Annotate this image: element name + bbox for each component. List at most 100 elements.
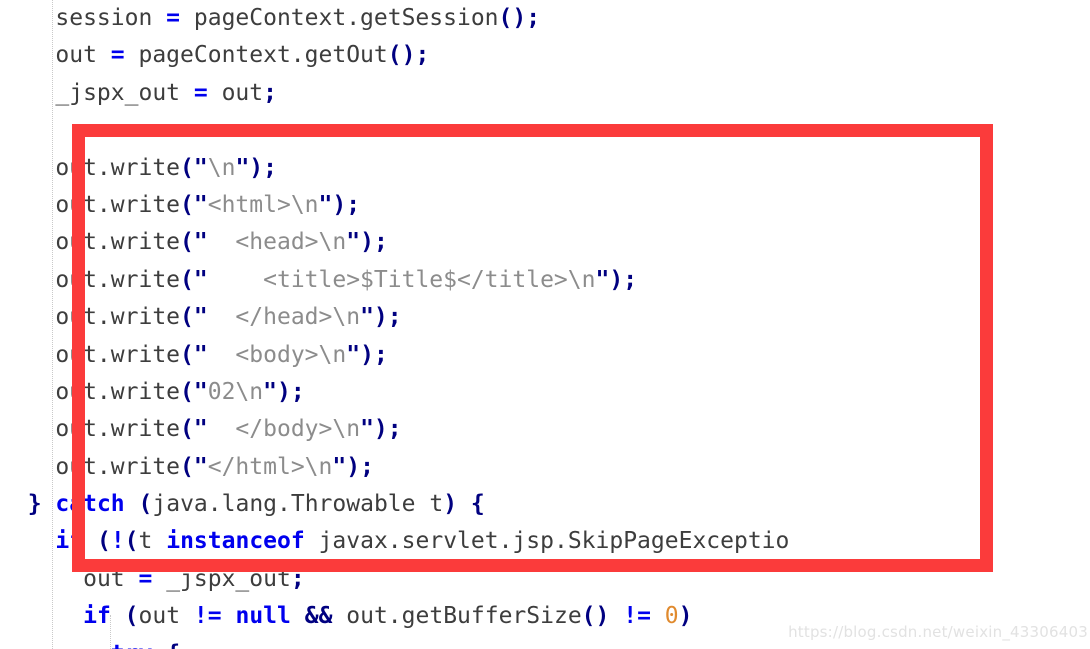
code-token: " (193, 378, 208, 405)
code-token: ; (387, 416, 402, 443)
code-token: catch (55, 491, 125, 518)
code-token: </html>\n (207, 453, 333, 480)
code-token: ( (180, 304, 194, 331)
code-token: ( (180, 341, 194, 368)
code-token: ( (180, 416, 194, 443)
code-line[interactable]: if (!(t instanceof javax.servlet.jsp.Ski… (0, 523, 1090, 560)
code-token: out.write (55, 191, 181, 218)
source-code-view[interactable]: session = pageContext.getSession(); out … (0, 0, 1090, 649)
code-token: session (55, 5, 167, 31)
code-token: pageContext.getOut (124, 42, 388, 69)
code-token: out.write (55, 304, 181, 331)
code-token: out (207, 79, 264, 106)
code-token: out.write (55, 453, 181, 480)
code-token: 02\n (207, 378, 264, 405)
code-token: ( (180, 266, 194, 293)
code-token: " (595, 266, 610, 293)
code-token: 0 (664, 603, 679, 630)
code-token: " (193, 191, 208, 218)
code-token: && (304, 603, 333, 630)
code-token: <head>\n (207, 229, 347, 256)
code-token: ) (360, 341, 374, 368)
code-token: ; (290, 378, 305, 405)
code-token: java.lang.Throwable t (152, 491, 444, 518)
code-token: " (360, 416, 374, 443)
code-token: = (138, 565, 153, 592)
code-token: " (360, 304, 374, 331)
code-line[interactable]: out = pageContext.getOut(); (0, 37, 1090, 74)
code-token: != (623, 603, 651, 630)
watermark-text: https://blog.csdn.net/weixin_43306403 (788, 623, 1088, 641)
code-token: out (138, 603, 194, 630)
code-token: ; (263, 79, 277, 106)
code-token: out.write (55, 416, 181, 443)
code-token: null (235, 603, 291, 630)
code-token: </body>\n (207, 416, 361, 443)
code-line[interactable]: out.write(" </head>\n"); (0, 299, 1090, 336)
code-token: out.write (55, 154, 181, 181)
code-token: out.write (55, 378, 181, 405)
code-line[interactable]: out.write("02\n"); (0, 374, 1090, 411)
code-token: ; (360, 453, 374, 480)
code-token: " (193, 229, 208, 256)
code-line[interactable]: _jspx_out = out; (0, 75, 1090, 112)
code-token: ) (249, 154, 264, 181)
code-token: ) (373, 304, 388, 331)
code-token: " (193, 154, 208, 181)
code-line-blank[interactable] (0, 112, 1090, 149)
code-line[interactable]: out.write("<html>\n"); (0, 187, 1090, 224)
code-line[interactable]: out.write(" </body>\n"); (0, 411, 1090, 448)
code-token: () (498, 5, 527, 31)
code-token: ) (678, 603, 693, 630)
code-token: } (27, 491, 42, 518)
code-token: ) (373, 416, 388, 443)
code-token: " (193, 266, 208, 293)
code-token: ; (290, 565, 305, 592)
code-token: " (235, 154, 250, 181)
code-token: ; (526, 5, 541, 31)
code-token: ; (263, 154, 278, 181)
code-token: ; (415, 42, 430, 69)
code-token: ) (443, 491, 458, 518)
code-token: try (111, 641, 153, 649)
code-token: () (581, 603, 610, 630)
code-token: " (346, 229, 361, 256)
code-line[interactable]: out.write(" <title>$Title$</title>\n"); (0, 262, 1090, 299)
code-token: javax.servlet.jsp.SkipPageExceptio (304, 528, 790, 555)
code-token: ) (609, 266, 624, 293)
code-line[interactable]: out.write("</html>\n"); (0, 449, 1090, 486)
code-line[interactable]: } catch (java.lang.Throwable t) { (0, 486, 1090, 523)
code-token: out (55, 42, 111, 69)
code-line[interactable]: session = pageContext.getSession(); (0, 0, 1090, 37)
code-line[interactable]: out.write(" <body>\n"); (0, 337, 1090, 374)
code-token: ; (623, 266, 638, 293)
code-line[interactable]: out = _jspx_out; (0, 561, 1090, 598)
code-token: ( (124, 528, 139, 555)
code-token: pageContext.getSession (180, 5, 499, 31)
code-token: if (83, 603, 111, 630)
code-token: \n (207, 154, 236, 181)
code-line[interactable]: out.write(" <head>\n"); (0, 224, 1090, 261)
code-token: ! (110, 528, 125, 555)
code-viewer-screen: session = pageContext.getSession(); out … (0, 0, 1090, 649)
code-token: <html>\n (207, 191, 319, 218)
code-token: ) (332, 191, 347, 218)
code-token: <body>\n (207, 341, 347, 368)
code-line[interactable]: out.write("\n"); (0, 150, 1090, 187)
